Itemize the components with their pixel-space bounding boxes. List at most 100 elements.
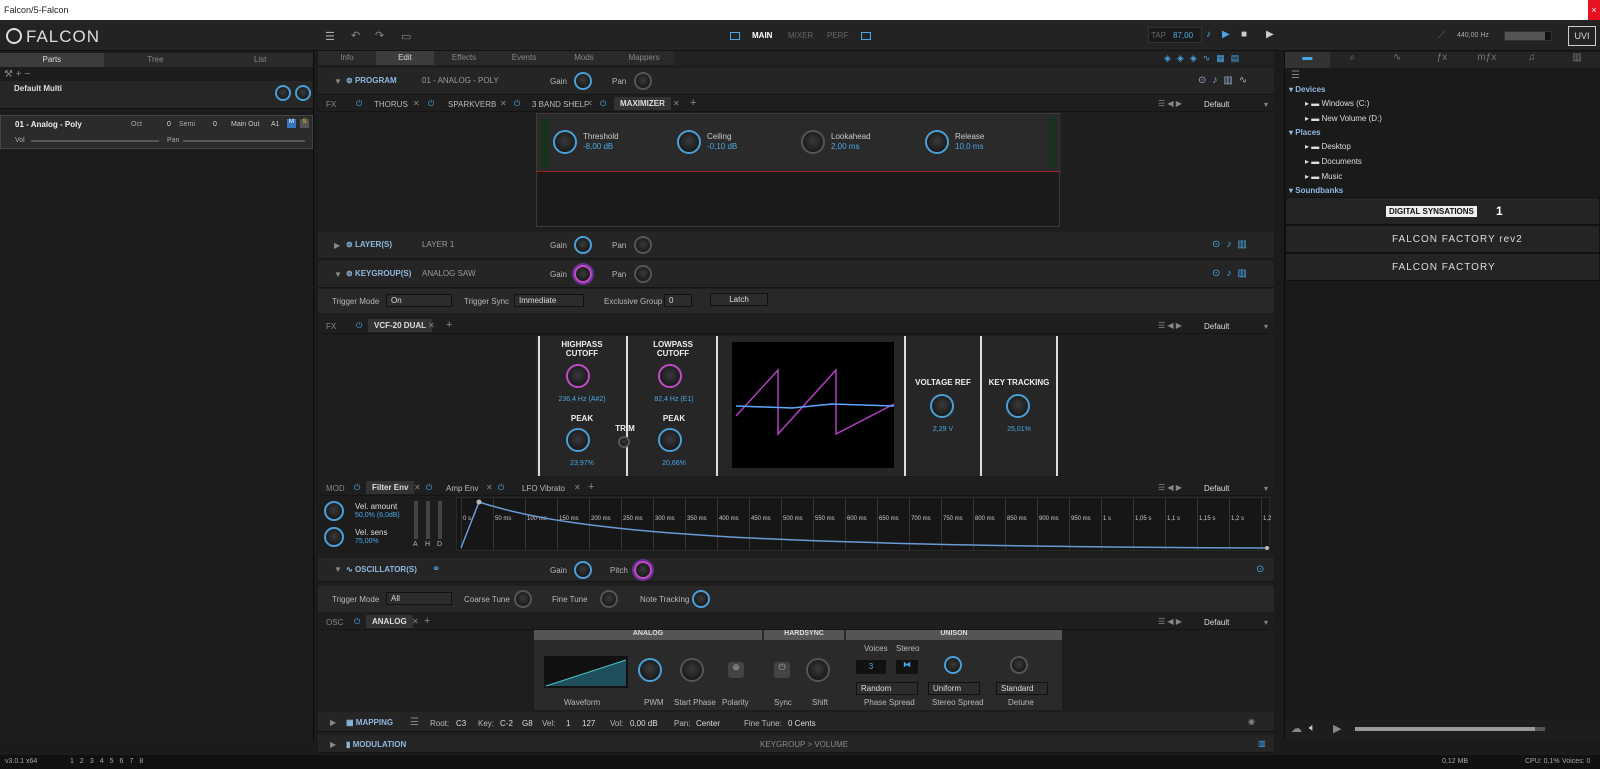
uniform-select[interactable]: Uniform (928, 682, 980, 695)
output-select[interactable]: Main Out (231, 121, 259, 128)
fine-tune-knob[interactable] (600, 590, 618, 608)
tab-effects[interactable]: Effects (434, 51, 494, 65)
close-icon[interactable]: ✕ (574, 483, 581, 492)
mod-nav-icons[interactable]: ☰ ◀ ▶ (1158, 483, 1182, 492)
chevron-down-icon[interactable]: ▾ (1264, 484, 1268, 493)
preview-volume-slider[interactable] (1355, 727, 1545, 731)
cloud-icon[interactable]: ☁ (1291, 722, 1302, 735)
peak2-value[interactable]: 20,66% (636, 460, 712, 467)
lowpass-cutoff-knob[interactable] (658, 364, 682, 388)
power-icon[interactable]: ⏻ (600, 99, 606, 109)
tab-info[interactable]: Info (318, 51, 376, 65)
fx-nav-icons[interactable]: ☰ ◀ ▶ (1158, 99, 1182, 108)
add-fx-icon[interactable]: + (446, 319, 452, 331)
part-pan-slider[interactable] (183, 140, 305, 142)
lookahead-knob[interactable] (801, 130, 825, 154)
osc-trigger-mode-select[interactable]: All (386, 592, 452, 605)
layer-row-icons[interactable]: ⊙♪▥ (1212, 239, 1253, 250)
fx-maximizer[interactable]: MAXIMIZER (614, 97, 671, 110)
redo-icon[interactable]: ↷ (375, 29, 384, 42)
keygroup-row-icons[interactable]: ⊙♪▥ (1212, 268, 1253, 279)
vol-value[interactable]: 0,00 dB (630, 719, 658, 728)
vel-high-value[interactable]: 127 (582, 719, 595, 728)
release-value[interactable]: 10,0 ms (955, 142, 983, 151)
multi-row[interactable]: Default Multi (0, 81, 313, 109)
add-osc-icon[interactable]: + (424, 615, 430, 627)
soundbank-digital-synsations[interactable]: DIGITAL SYNSATIONS 1 (1285, 197, 1600, 225)
places-header[interactable]: ▾ Places (1285, 126, 1600, 139)
peak2-knob[interactable] (658, 428, 682, 452)
left-panel-toggle-icon[interactable] (730, 32, 740, 40)
envelope-peak-point[interactable] (476, 499, 482, 505)
right-panel-toggle-icon[interactable] (861, 32, 871, 40)
keygroup-pan-knob[interactable] (634, 265, 652, 283)
polarity-button[interactable]: ⊗ (728, 662, 744, 678)
power-icon[interactable]: ⏻ (428, 99, 434, 109)
expand-icon[interactable]: ▶ (334, 241, 340, 250)
edit-toolbar-icons[interactable]: ◈◈◈∿▦▤ (1164, 53, 1245, 64)
browser-menu-icon[interactable]: ☰ (1285, 68, 1600, 83)
fx-vcf-20-dual[interactable]: VCF-20 DUAL (368, 319, 433, 332)
bars-icon[interactable]: ▥ (1258, 739, 1266, 748)
tap-button[interactable]: TAP (1151, 31, 1166, 40)
fx-preset[interactable]: Default (1204, 100, 1229, 109)
peak1-knob[interactable] (566, 428, 590, 452)
voltage-ref-value[interactable]: 2,29 V (908, 426, 978, 433)
exclusive-group-field[interactable]: 0 (664, 294, 692, 307)
pan-value[interactable]: Center (696, 719, 720, 728)
layer-gain-knob[interactable] (574, 236, 592, 254)
fx2-preset[interactable]: Default (1204, 322, 1229, 331)
tab-edit[interactable]: Edit (376, 51, 434, 65)
collapse-icon[interactable]: ▼ (334, 270, 342, 279)
ceiling-value[interactable]: -0,10 dB (707, 142, 737, 151)
drive-item[interactable]: ▸ ▬ Windows (C:) (1285, 96, 1600, 111)
music-note-icon[interactable]: ♫ (1509, 52, 1554, 68)
part-vol-slider[interactable] (31, 140, 159, 142)
key-tracking-value[interactable]: 25,01% (984, 426, 1054, 433)
threshold-value[interactable]: -8,00 dB (583, 142, 613, 151)
osc-preset[interactable]: Default (1204, 618, 1229, 627)
release-knob[interactable] (925, 130, 949, 154)
devices-header[interactable]: ▾ Devices (1285, 83, 1600, 96)
menu-icon[interactable]: ☰ (325, 30, 335, 43)
chevron-down-icon[interactable]: ▾ (1264, 100, 1268, 109)
envelope-graph[interactable]: 0 s 50 ms 100 ms 150 ms 200 ms 250 ms 300 ms 35… (456, 497, 1271, 551)
close-icon[interactable]: ✕ (486, 483, 493, 492)
tab-events[interactable]: Events (494, 51, 554, 65)
close-window-button[interactable]: × (1588, 0, 1600, 20)
vel-sens-knob[interactable] (324, 527, 344, 547)
fx-icon[interactable]: ƒx (1420, 52, 1465, 68)
decay-slider[interactable] (438, 501, 442, 539)
add-mod-icon[interactable]: + (588, 481, 594, 493)
voltage-ref-knob[interactable] (930, 394, 954, 418)
expand-icon[interactable]: ▶ (330, 718, 336, 727)
mod-filter-env[interactable]: Filter Env (366, 481, 415, 494)
shift-knob[interactable] (806, 658, 830, 682)
power-icon[interactable]: ⏻ (514, 99, 520, 109)
drive-item[interactable]: ▸ ▬ New Volume (D:) (1285, 111, 1600, 126)
tempo-value[interactable]: 87,00 (1173, 31, 1193, 40)
close-icon[interactable]: ✕ (412, 617, 419, 626)
fx-3-band-shelf[interactable]: 3 BAND SHELF (532, 100, 589, 109)
latch-button[interactable]: Latch (710, 293, 768, 306)
osc-gain-knob[interactable] (574, 561, 592, 579)
remove-part-icon[interactable]: − (24, 69, 30, 80)
play-forward-icon[interactable]: ▶ (1266, 29, 1274, 40)
trim-knob[interactable] (618, 436, 630, 448)
vel-amount-value[interactable]: 50,0% (6,0dB) (355, 512, 400, 519)
view-perf[interactable]: PERF (827, 31, 848, 40)
undo-icon[interactable]: ↶ (351, 29, 360, 42)
chevron-down-icon[interactable]: ▾ (1264, 618, 1268, 627)
stereo-toggle[interactable]: ⧓ (896, 660, 918, 674)
key-tracking-knob[interactable] (1006, 394, 1030, 418)
fine-tune-value[interactable]: 0 Cents (788, 719, 816, 728)
keygroup-gain-knob[interactable] (574, 265, 592, 283)
view-main[interactable]: MAIN (752, 31, 772, 40)
soundbank-falcon-factory[interactable]: FALCON FACTORY (1285, 253, 1600, 281)
chevron-down-icon[interactable]: ▾ (1264, 322, 1268, 331)
vel-amount-knob[interactable] (324, 501, 344, 521)
random-select[interactable]: Random (856, 682, 918, 695)
soundbanks-header[interactable]: ▾ Soundbanks (1285, 184, 1600, 197)
target-icon[interactable]: ⊙ (1256, 564, 1264, 575)
bars-icon[interactable]: ▥ (1554, 52, 1600, 68)
